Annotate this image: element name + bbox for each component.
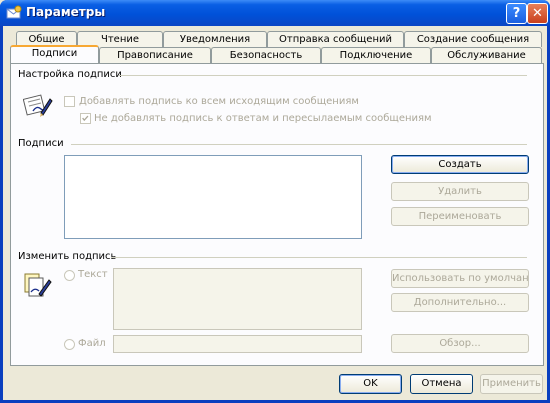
no-replies-checkbox[interactable]	[80, 113, 91, 124]
browse-button[interactable]: Обзор...	[391, 334, 529, 353]
ok-button[interactable]: OK	[339, 374, 402, 394]
section-settings-label: Настройка подписи	[18, 69, 122, 80]
divider	[71, 144, 527, 145]
file-radio[interactable]	[64, 339, 75, 350]
file-radio-label: Файл	[78, 338, 106, 349]
divider	[119, 75, 527, 76]
add-to-all-checkbox[interactable]	[64, 96, 75, 107]
no-replies-label: Не добавлять подпись к ответам и пересыл…	[94, 113, 432, 124]
text-radio-label: Текст	[78, 269, 108, 280]
signature-text-area[interactable]	[113, 268, 362, 330]
section-signatures-label: Подписи	[18, 138, 64, 149]
delete-button[interactable]: Удалить	[391, 182, 529, 201]
advanced-button[interactable]: Дополнительно...	[391, 293, 529, 312]
create-button[interactable]: Создать	[391, 155, 529, 174]
edit-signature-icon	[24, 273, 52, 297]
apply-button[interactable]: Применить	[480, 374, 543, 394]
divider	[111, 257, 527, 258]
file-path-field[interactable]	[113, 335, 362, 353]
add-to-all-label: Добавлять подпись ко всем исходящим сооб…	[79, 96, 359, 107]
options-dialog: Параметры ? ✕ Общие Чтение Уведомления О…	[0, 0, 550, 403]
set-default-button[interactable]: Использовать по умолчанию	[391, 269, 529, 288]
signature-pen-icon	[23, 94, 53, 117]
rename-button[interactable]: Переименовать	[391, 207, 529, 226]
cancel-button[interactable]: Отмена	[410, 374, 473, 394]
signatures-list[interactable]	[64, 155, 362, 239]
checkmark-icon	[82, 115, 89, 122]
section-edit-label: Изменить подпись	[18, 251, 117, 262]
text-radio[interactable]	[64, 270, 75, 281]
